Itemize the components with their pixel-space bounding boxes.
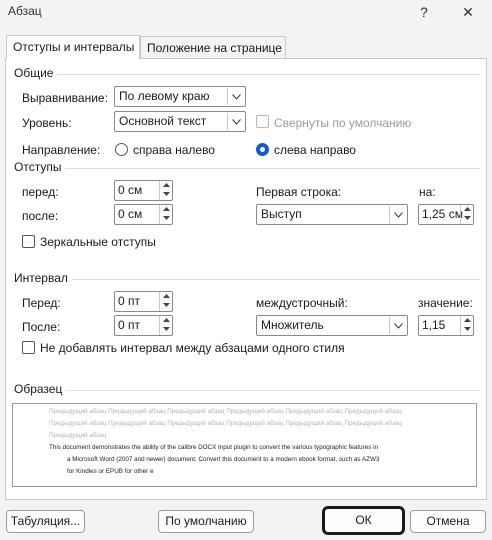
- spacing-before-value: 0 пт: [118, 294, 141, 308]
- spin-down-icon[interactable]: [160, 325, 172, 334]
- ok-button[interactable]: ОК: [322, 506, 405, 535]
- tab-line-page-breaks[interactable]: Положение на странице: [140, 36, 286, 58]
- stepper-buttons[interactable]: [460, 205, 473, 224]
- section-spacing-heading: Интервал: [14, 271, 72, 285]
- stepper-buttons[interactable]: [159, 181, 172, 200]
- indent-by-label: на:: [419, 185, 436, 199]
- line-at-stepper[interactable]: 1,15: [418, 315, 474, 336]
- preview-text-line: This document demonstrates the ability o…: [49, 444, 379, 451]
- line-spacing-select[interactable]: Множитель: [256, 315, 408, 336]
- ltr-label: слева направо: [274, 143, 356, 157]
- rtl-label: справа налево: [133, 143, 215, 157]
- chevron-down-icon: [227, 88, 244, 105]
- direction-label: Направление:: [22, 143, 101, 157]
- divider: [14, 168, 480, 169]
- spin-up-icon[interactable]: [160, 316, 172, 325]
- level-select[interactable]: Основной текст: [114, 111, 246, 132]
- indent-by-value: 1,25 см: [422, 207, 463, 221]
- spacing-after-label: После:: [22, 320, 61, 334]
- indent-after-value: 0 см: [118, 207, 143, 221]
- chevron-down-icon: [227, 113, 244, 130]
- close-icon[interactable]: ✕: [458, 2, 478, 22]
- line-spacing-label: междустрочный:: [256, 296, 348, 310]
- tab-label: Положение на странице: [147, 41, 282, 55]
- level-value: Основной текст: [119, 114, 207, 128]
- tab-label: Отступы и интервалы: [13, 40, 135, 54]
- spin-down-icon[interactable]: [160, 214, 172, 223]
- spacing-before-label: Перед:: [22, 296, 61, 310]
- spin-up-icon[interactable]: [160, 292, 172, 301]
- chevron-down-icon: [389, 206, 406, 223]
- ltr-radio[interactable]: [256, 143, 269, 156]
- stepper-buttons[interactable]: [460, 316, 473, 335]
- spin-up-icon[interactable]: [461, 205, 473, 214]
- rtl-radio[interactable]: [115, 143, 128, 156]
- line-at-label: значение:: [418, 296, 473, 310]
- line-spacing-value: Множитель: [261, 318, 324, 332]
- window-title: Абзац: [8, 4, 42, 18]
- tabs-button[interactable]: Табуляция...: [6, 510, 85, 533]
- spacing-after-value: 0 пт: [118, 318, 141, 332]
- line-at-value: 1,15: [422, 318, 446, 332]
- spin-down-icon[interactable]: [461, 325, 473, 334]
- divider: [14, 279, 480, 280]
- spin-down-icon[interactable]: [160, 301, 172, 310]
- no-space-checkbox[interactable]: [22, 341, 35, 354]
- preview-previous-paragraph: Предыдущий абзац Предыдущий абзац Предыд…: [49, 420, 402, 427]
- first-line-value: Выступ: [261, 207, 302, 221]
- alignment-value: По левому краю: [119, 89, 210, 103]
- section-general-heading: Общие: [14, 66, 58, 80]
- spin-up-icon[interactable]: [160, 181, 172, 190]
- section-indents-heading: Отступы: [14, 160, 66, 174]
- indent-by-stepper[interactable]: 1,25 см: [418, 204, 474, 225]
- mirror-indents-label: Зеркальные отступы: [40, 235, 156, 249]
- alignment-label: Выравнивание:: [22, 91, 108, 105]
- set-default-button[interactable]: По умолчанию: [158, 510, 254, 533]
- preview-text-line: a Microsoft Word (2007 and newer) docume…: [67, 456, 380, 463]
- stepper-buttons[interactable]: [159, 316, 172, 335]
- spin-up-icon[interactable]: [160, 205, 172, 214]
- indent-after-stepper[interactable]: 0 см: [114, 204, 173, 225]
- divider: [14, 74, 480, 75]
- indent-after-label: после:: [22, 209, 59, 223]
- indent-before-value: 0 см: [118, 183, 143, 197]
- collapsed-checkbox[interactable]: [256, 115, 269, 128]
- first-line-label: Первая строка:: [256, 185, 342, 199]
- cancel-button[interactable]: Отмена: [410, 510, 486, 533]
- help-icon[interactable]: ?: [414, 2, 434, 22]
- tab-indents-spacing[interactable]: Отступы и интервалы: [6, 35, 140, 59]
- preview-text-line: for Kindles or EPUB for other e: [67, 468, 154, 475]
- preview-box: Предыдущий абзац Предыдущий абзац Предыд…: [12, 403, 477, 487]
- spin-down-icon[interactable]: [160, 190, 172, 199]
- alignment-select[interactable]: По левому краю: [114, 86, 246, 107]
- spacing-before-stepper[interactable]: 0 пт: [114, 291, 173, 312]
- level-label: Уровень:: [22, 116, 72, 130]
- mirror-indents-checkbox[interactable]: [22, 235, 35, 248]
- chevron-down-icon: [389, 317, 406, 334]
- indent-before-label: перед:: [22, 185, 59, 199]
- first-line-select[interactable]: Выступ: [256, 204, 408, 225]
- section-preview-heading: Образец: [14, 382, 67, 396]
- stepper-buttons[interactable]: [159, 292, 172, 311]
- spin-up-icon[interactable]: [461, 316, 473, 325]
- preview-previous-paragraph: Предыдущий абзац: [49, 432, 107, 439]
- stepper-buttons[interactable]: [159, 205, 172, 224]
- spin-down-icon[interactable]: [461, 214, 473, 223]
- spacing-after-stepper[interactable]: 0 пт: [114, 315, 173, 336]
- divider: [14, 390, 480, 391]
- preview-previous-paragraph: Предыдущий абзац Предыдущий абзац Предыд…: [49, 408, 402, 415]
- no-space-label: Не добавлять интервал между абзацами одн…: [40, 341, 345, 355]
- collapsed-label: Свернуты по умолчанию: [274, 116, 412, 130]
- indent-before-stepper[interactable]: 0 см: [114, 180, 173, 201]
